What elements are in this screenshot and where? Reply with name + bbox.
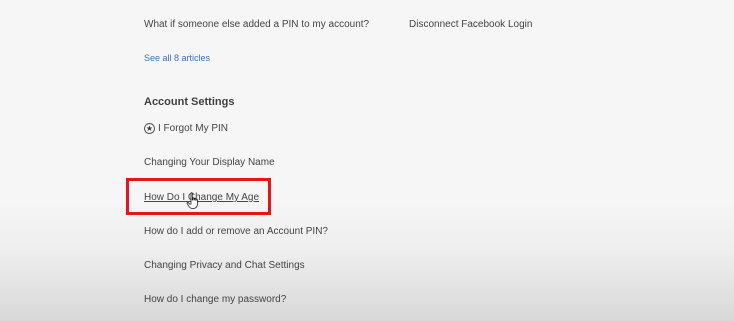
article-link-changing-display-name[interactable]: Changing Your Display Name	[144, 157, 275, 168]
article-link-forgot-pin[interactable]: I Forgot My PIN	[158, 123, 228, 134]
article-link-change-password[interactable]: How do I change my password?	[144, 294, 286, 305]
article-link-disconnect-facebook[interactable]: Disconnect Facebook Login	[409, 19, 532, 30]
account-settings-heading: Account Settings	[144, 96, 235, 108]
article-link-privacy-chat-settings[interactable]: Changing Privacy and Chat Settings	[144, 260, 305, 271]
see-all-articles-link[interactable]: See all 8 articles	[144, 53, 210, 63]
help-articles-page: What if someone else added a PIN to my a…	[0, 0, 734, 321]
article-link-change-age[interactable]: How Do I Change My Age	[144, 192, 259, 203]
article-link-someone-added-pin[interactable]: What if someone else added a PIN to my a…	[144, 19, 369, 30]
hand-pointer-icon	[186, 192, 198, 209]
article-link-add-remove-pin[interactable]: How do I add or remove an Account PIN?	[144, 226, 328, 237]
star-in-circle-icon: ★	[144, 123, 155, 134]
